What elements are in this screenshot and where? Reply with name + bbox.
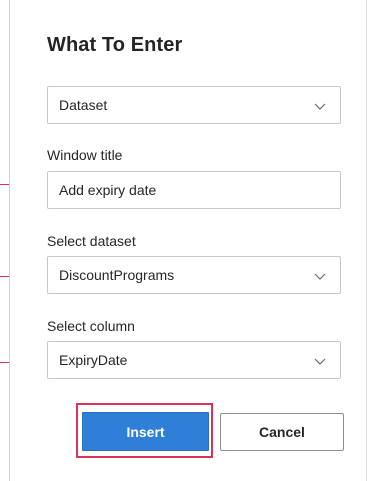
- chevron-down-icon: [314, 358, 326, 365]
- page: What To Enter Dataset Window title Add e…: [0, 0, 369, 481]
- connector-tick: [0, 362, 9, 363]
- dialog-title: What To Enter: [47, 34, 183, 56]
- chevron-down-icon: [314, 103, 326, 110]
- insert-button[interactable]: Insert: [82, 412, 209, 451]
- dataset-select-value: DiscountPrograms: [59, 267, 175, 283]
- select-column-label: Select column: [47, 318, 135, 334]
- column-select[interactable]: ExpiryDate: [47, 341, 341, 379]
- panel-right-border: [366, 0, 367, 481]
- type-select-value: Dataset: [59, 97, 108, 113]
- select-dataset-label: Select dataset: [47, 233, 136, 249]
- dataset-select[interactable]: DiscountPrograms: [47, 256, 341, 294]
- connector-tick: [0, 276, 9, 277]
- window-title-value: Add expiry date: [59, 182, 157, 198]
- cancel-button[interactable]: Cancel: [220, 413, 344, 451]
- window-title-input[interactable]: Add expiry date: [47, 171, 341, 209]
- column-select-value: ExpiryDate: [59, 352, 128, 368]
- chevron-down-icon: [314, 273, 326, 280]
- type-select[interactable]: Dataset: [47, 86, 341, 124]
- connector-tick: [0, 184, 9, 185]
- window-title-label: Window title: [47, 147, 123, 163]
- what-to-enter-panel: What To Enter Dataset Window title Add e…: [10, 0, 366, 481]
